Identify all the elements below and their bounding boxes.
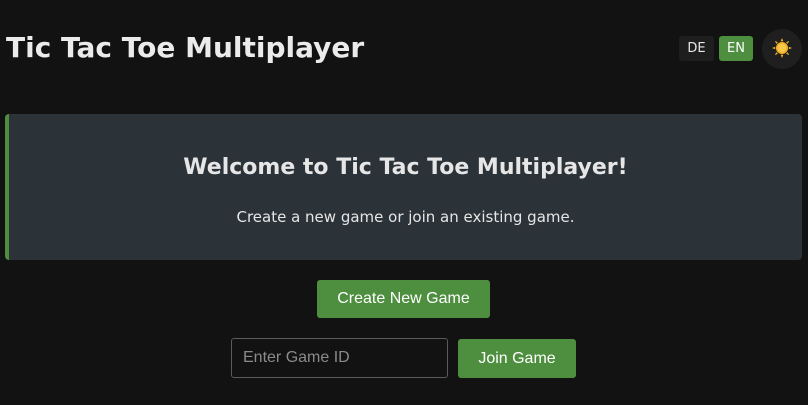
language-en-button[interactable]: EN (719, 36, 753, 61)
app-title: Tic Tac Toe Multiplayer (6, 31, 365, 64)
join-game-button[interactable]: Join Game (458, 339, 576, 378)
theme-toggle-button[interactable] (762, 29, 802, 69)
game-id-input[interactable] (231, 338, 448, 378)
header: Tic Tac Toe Multiplayer DE EN (0, 0, 808, 100)
welcome-text: Create a new game or join an existing ga… (236, 208, 575, 226)
welcome-panel: Welcome to Tic Tac Toe Multiplayer! Crea… (5, 114, 802, 260)
create-game-button[interactable]: Create New Game (317, 280, 490, 318)
language-switcher: DE EN (679, 36, 753, 61)
language-de-button[interactable]: DE (679, 36, 714, 61)
sun-icon (771, 37, 793, 62)
page: Tic Tac Toe Multiplayer DE EN Welcome to… (0, 0, 808, 405)
welcome-title: Welcome to Tic Tac Toe Multiplayer! (183, 155, 628, 180)
